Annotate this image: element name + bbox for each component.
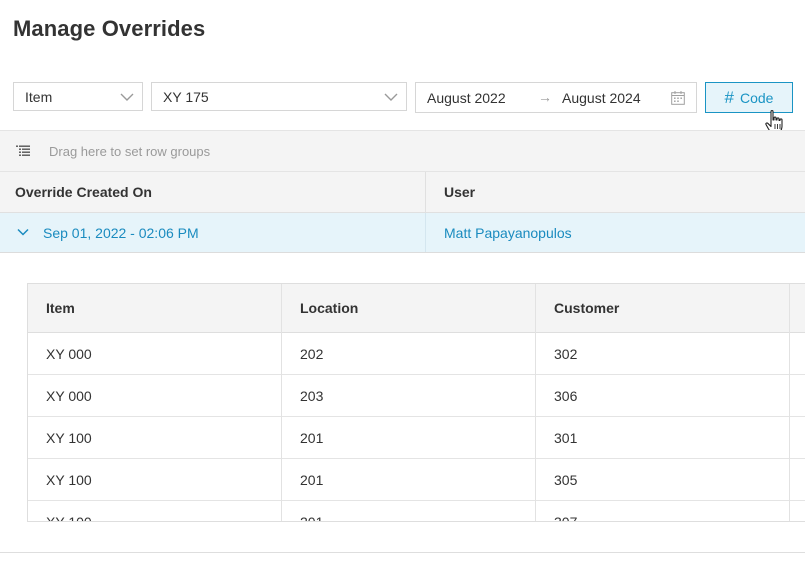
chevron-down-icon [120,93,134,101]
cell-customer: 307 [554,514,578,522]
code-button-label: Code [740,89,774,106]
column-header-item[interactable]: Item [46,300,75,316]
cell-item: XY 100 [46,472,92,488]
column-separator[interactable] [281,284,282,521]
cell-location: 201 [300,472,324,488]
group-row[interactable]: Sep 01, 2022 - 02:06 PM Matt Papayanopul… [0,213,805,253]
column-header-override-created-on[interactable]: Override Created On [15,184,152,200]
column-separator[interactable] [425,172,426,213]
row-group-hint: Drag here to set row groups [49,144,211,159]
column-header-customer[interactable]: Customer [554,300,619,316]
table-row[interactable]: XY 000 202 302 [28,333,805,375]
row-group-icon [16,145,30,156]
group-row-created-on: Sep 01, 2022 - 02:06 PM [43,225,199,241]
cell-item: XY 100 [46,514,92,522]
chevron-down-icon [384,93,398,101]
item-select[interactable]: XY 175 [151,82,407,111]
column-separator [425,213,426,252]
column-separator[interactable] [789,284,790,521]
cell-customer: 305 [554,472,578,488]
chevron-down-icon[interactable] [17,228,29,236]
table-row[interactable]: XY 000 203 306 [28,375,805,417]
cell-location: 201 [300,514,324,522]
detail-grid-header: Item Location Customer [28,284,805,333]
table-row[interactable]: XY 100 201 305 [28,459,805,501]
hash-icon: # [724,87,734,107]
calendar-icon[interactable] [671,91,685,105]
cell-location: 203 [300,388,324,404]
cell-location: 201 [300,430,324,446]
cell-customer: 301 [554,430,578,446]
column-separator[interactable] [535,284,536,521]
date-from[interactable]: August 2022 [427,90,506,106]
cell-item: XY 000 [46,346,92,362]
date-to[interactable]: August 2024 [562,90,641,106]
cell-item: XY 000 [46,388,92,404]
table-row[interactable]: XY 100 201 307 [28,501,805,522]
column-header-user[interactable]: User [444,184,475,200]
date-range-arrow: → [538,89,552,105]
type-select-value: Item [25,88,53,105]
item-select-value: XY 175 [163,88,209,105]
column-header-location[interactable]: Location [300,300,358,316]
group-row-user: Matt Papayanopulos [444,225,572,241]
divider [0,552,805,553]
grid-header: Override Created On User [0,171,805,213]
page-title: Manage Overrides [13,16,206,41]
row-group-drop-zone[interactable]: Drag here to set row groups [0,130,805,172]
cell-customer: 302 [554,346,578,362]
cell-item: XY 100 [46,430,92,446]
cell-location: 202 [300,346,324,362]
type-select[interactable]: Item [13,82,143,111]
table-row[interactable]: XY 100 201 301 [28,417,805,459]
date-range-picker[interactable]: August 2022 → August 2024 [415,82,697,113]
detail-grid: Item Location Customer XY 000 202 302 XY… [27,283,805,522]
cell-customer: 306 [554,388,578,404]
